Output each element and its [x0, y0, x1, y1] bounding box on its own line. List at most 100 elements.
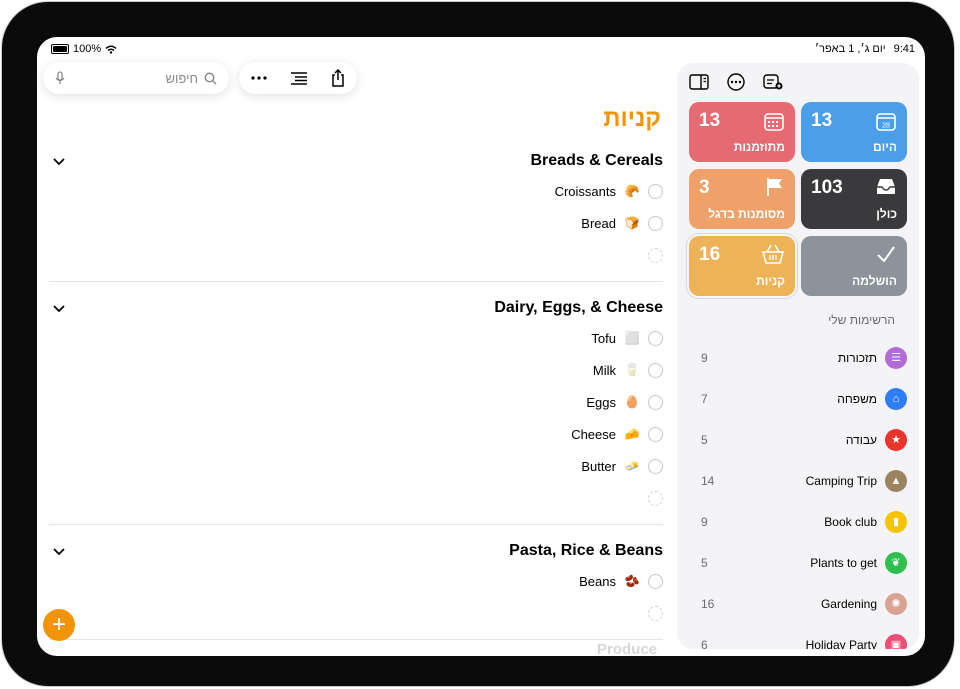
- my-lists-heading: הרשימות שלי: [828, 313, 895, 327]
- reminder-title[interactable]: Tofu: [591, 331, 616, 346]
- reminder-title[interactable]: Beans: [579, 574, 616, 589]
- complete-checkbox[interactable]: [648, 215, 663, 231]
- status-date: יום ג׳, 1 באפר׳: [814, 43, 886, 55]
- search-field[interactable]: חיפוש: [43, 62, 229, 94]
- status-time: 9:41: [893, 43, 915, 55]
- list-count: 14: [701, 473, 715, 488]
- smart-list-name: כולן: [876, 207, 897, 221]
- item-emoji-icon: 🥚: [624, 395, 640, 409]
- status-bar: 100% 9:41 יום ג׳, 1 באפר׳: [37, 37, 925, 59]
- share-icon[interactable]: [331, 69, 345, 87]
- tray-icon: [875, 177, 897, 202]
- my-list-item[interactable]: 9 תזכורות ☰: [689, 337, 907, 378]
- section-divider: [49, 639, 663, 640]
- calendar-today-icon: 28: [875, 110, 897, 137]
- search-input[interactable]: חיפוש: [166, 71, 198, 86]
- my-lists: 9 תזכורות ☰ 7 משפחה ⌂ 5 עבודה ★ 14 Camping Trip ▲ 9 B…: [689, 337, 907, 649]
- new-reminder-row[interactable]: [49, 482, 663, 514]
- smart-list-tile[interactable]: 13 28 היום: [801, 102, 907, 162]
- chevron-down-icon[interactable]: [49, 151, 69, 171]
- smart-list-count: 13: [699, 110, 721, 131]
- list-name: עבודה: [845, 432, 877, 447]
- basket-icon: [761, 244, 785, 269]
- my-list-item[interactable]: 7 משפחה ⌂: [689, 378, 907, 419]
- smart-list-count: 3: [699, 177, 710, 198]
- wifi-icon: [105, 45, 117, 54]
- complete-checkbox[interactable]: [648, 330, 663, 346]
- reminder-item[interactable]: Beans 🫘: [49, 565, 663, 597]
- item-emoji-icon: 🥐: [624, 184, 640, 198]
- smart-list-name: היום: [873, 140, 897, 154]
- microphone-icon[interactable]: [55, 71, 65, 85]
- item-emoji-icon: 🍞: [624, 216, 640, 230]
- reminder-title[interactable]: Milk: [593, 363, 616, 378]
- reminder-item[interactable]: Butter 🧈: [49, 450, 663, 482]
- house-icon: ⌂: [885, 387, 907, 410]
- my-list-item[interactable]: 16 Gardening ✺: [689, 583, 907, 624]
- complete-checkbox[interactable]: [648, 458, 663, 474]
- reminder-title[interactable]: Cheese: [571, 427, 616, 442]
- my-list-item[interactable]: 9 Book club ▮: [689, 501, 907, 542]
- new-item-checkbox[interactable]: [648, 605, 663, 621]
- complete-checkbox[interactable]: [648, 183, 663, 199]
- smart-list-tile[interactable]: 3 מסומנות בדגל: [689, 169, 795, 229]
- reminder-title[interactable]: Croissants: [555, 184, 616, 199]
- my-list-item[interactable]: 5 עבודה ★: [689, 419, 907, 460]
- new-item-checkbox[interactable]: [648, 247, 663, 263]
- section-title: Pasta, Rice & Beans: [509, 542, 663, 559]
- svg-text:28: 28: [882, 123, 890, 130]
- reminder-title[interactable]: Bread: [581, 216, 616, 231]
- new-reminder-row[interactable]: [49, 597, 663, 629]
- complete-checkbox[interactable]: [648, 394, 663, 410]
- sidebar-toggle-icon[interactable]: [689, 74, 709, 90]
- search-icon: [204, 72, 217, 85]
- complete-checkbox[interactable]: [648, 362, 663, 378]
- new-item-checkbox[interactable]: [648, 490, 663, 506]
- my-list-item[interactable]: 14 Camping Trip ▲: [689, 460, 907, 501]
- my-list-item[interactable]: 6 Holiday Party ▣: [689, 624, 907, 649]
- item-emoji-icon: 🫘: [624, 574, 640, 588]
- list-section: Breads & Cereals Croissants 🥐 Bread 🍞: [49, 147, 663, 282]
- more-circle-icon[interactable]: [727, 73, 745, 91]
- smart-list-count: 16: [699, 244, 721, 265]
- battery-percent: 100%: [73, 43, 102, 55]
- reminder-item[interactable]: Tofu ⬜: [49, 322, 663, 354]
- checkmark-icon: [875, 244, 897, 269]
- list-count: 5: [701, 432, 708, 447]
- smart-list-tile[interactable]: הושלמה: [801, 236, 907, 296]
- smart-list-tile[interactable]: 13 מתוזמנות: [689, 102, 795, 162]
- calendar-icon: [763, 110, 785, 137]
- list-name: Plants to get: [810, 555, 877, 570]
- list-count: 6: [701, 637, 708, 650]
- leaf-icon: ❦: [885, 551, 907, 574]
- sections-icon[interactable]: [290, 71, 308, 85]
- chevron-down-icon[interactable]: [49, 298, 69, 318]
- reminder-item[interactable]: Eggs 🥚: [49, 386, 663, 418]
- reminder-item[interactable]: Croissants 🥐: [49, 175, 663, 207]
- chevron-down-icon[interactable]: [49, 541, 69, 561]
- smart-list-tile[interactable]: 16 קניות: [689, 236, 795, 296]
- reminder-item[interactable]: Bread 🍞: [49, 207, 663, 239]
- add-item-button[interactable]: +: [43, 609, 75, 641]
- reminder-title[interactable]: Butter: [581, 459, 616, 474]
- reminder-title[interactable]: Eggs: [586, 395, 616, 410]
- star-icon: ★: [885, 428, 907, 451]
- smart-list-tile[interactable]: 103 כולן: [801, 169, 907, 229]
- reminder-item[interactable]: Cheese 🧀: [49, 418, 663, 450]
- gift-icon: ▣: [885, 633, 907, 649]
- section-title: Dairy, Eggs, & Cheese: [494, 299, 663, 316]
- more-options-icon[interactable]: [251, 76, 267, 80]
- complete-checkbox[interactable]: [648, 573, 663, 589]
- smart-list-count: 13: [811, 110, 833, 131]
- reminder-item[interactable]: Milk 🥛: [49, 354, 663, 386]
- plus-icon: +: [51, 611, 66, 638]
- add-list-icon[interactable]: [763, 73, 783, 91]
- bookmark-icon: ▮: [885, 510, 907, 533]
- complete-checkbox[interactable]: [648, 426, 663, 442]
- list-title: קניות: [603, 105, 661, 132]
- list-content: Breads & Cereals Croissants 🥐 Bread 🍞 Dairy, …: [49, 147, 663, 652]
- tent-icon: ▲: [885, 469, 907, 492]
- list-icon: ☰: [885, 346, 907, 369]
- my-list-item[interactable]: 5 Plants to get ❦: [689, 542, 907, 583]
- new-reminder-row[interactable]: [49, 239, 663, 271]
